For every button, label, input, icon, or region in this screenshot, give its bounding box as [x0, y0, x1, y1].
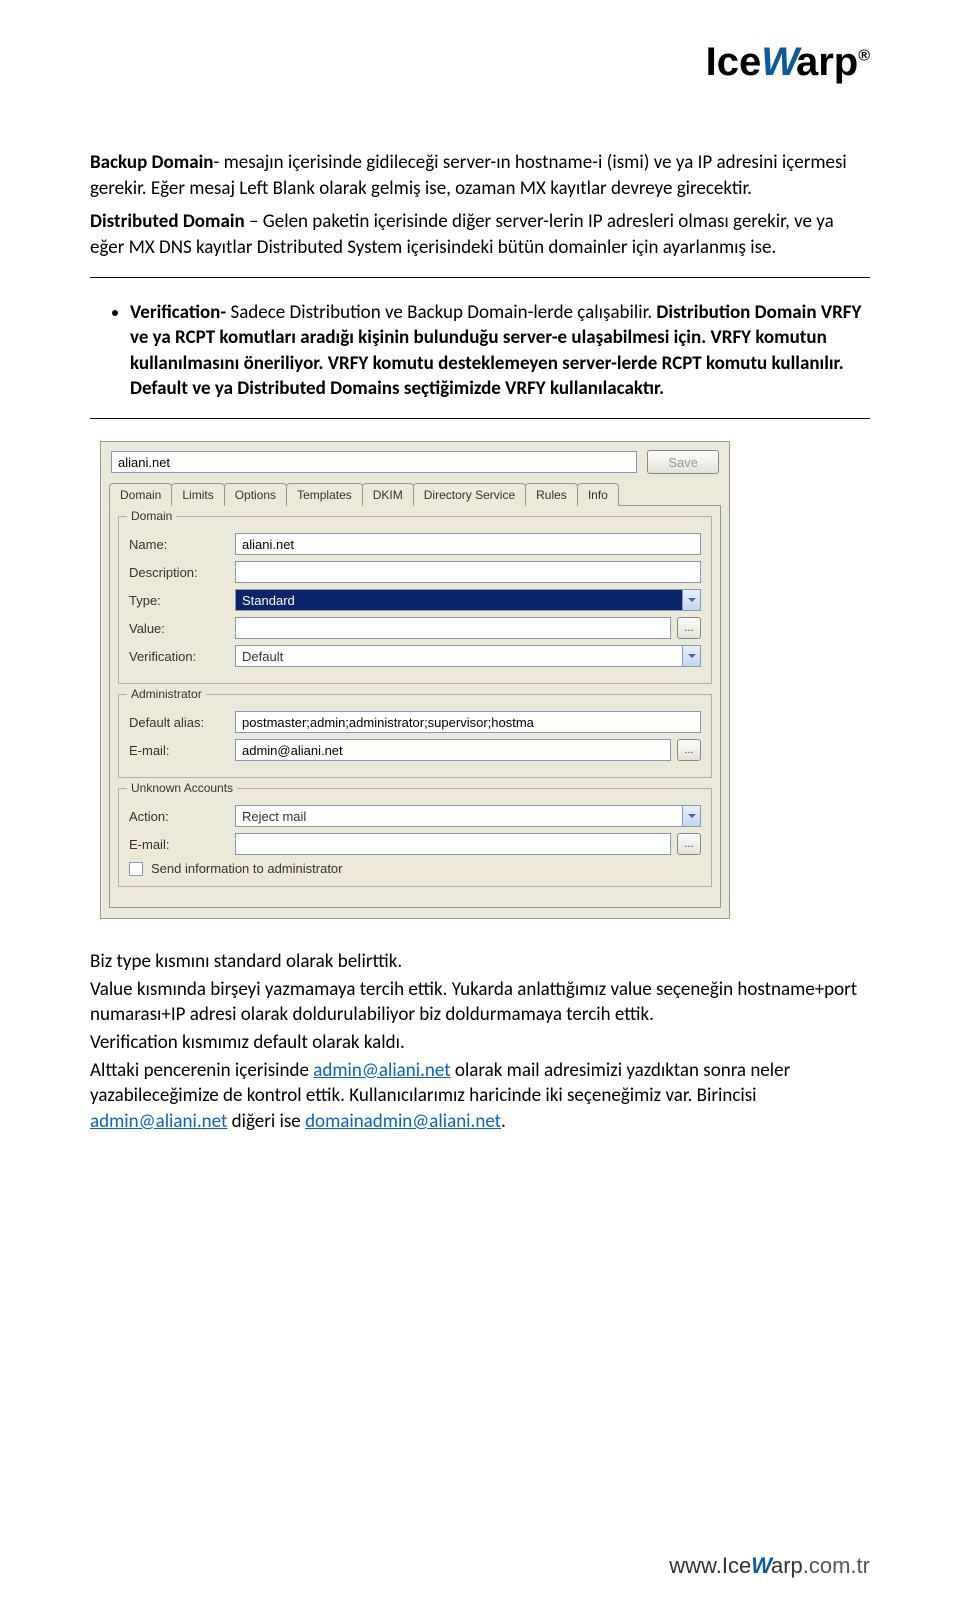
group-unknown-accounts: Unknown Accounts Action: Reject mail E-m… — [118, 788, 712, 887]
bottom-line-2: Value kısmında birşeyi yazmamaya tercih … — [90, 977, 870, 1028]
input-admin-email[interactable] — [235, 739, 671, 761]
panel-top-row: Save — [101, 442, 729, 482]
save-button[interactable]: Save — [647, 450, 719, 474]
select-verification[interactable]: Default — [235, 645, 701, 667]
separator-1 — [90, 277, 870, 278]
tab-dkim[interactable]: DKIM — [362, 483, 414, 506]
label-type: Type: — [129, 593, 229, 608]
bullet-list: Verification- Sadece Distribution ve Bac… — [90, 300, 870, 403]
footer-ice: Ice — [722, 1553, 751, 1578]
tab-info[interactable]: Info — [577, 483, 619, 506]
bl4-c: diğeri ise — [227, 1110, 305, 1133]
label-value: Value: — [129, 621, 229, 636]
link-admin-2[interactable]: admin@aliani.net — [90, 1110, 227, 1133]
bl4-a: Alttaki pencerenin içerisinde — [90, 1059, 313, 1082]
tab-domain[interactable]: Domain — [109, 483, 172, 506]
select-action[interactable]: Reject mail — [235, 805, 701, 827]
select-action-value: Reject mail — [236, 809, 682, 824]
document-content: Backup Domain- mesajın içerisinde gidile… — [90, 150, 870, 1135]
term-verification: Verification- — [130, 301, 226, 324]
chevron-down-icon[interactable] — [682, 646, 700, 666]
bullet-verification: Verification- Sadece Distribution ve Bac… — [130, 300, 870, 403]
tab-templates[interactable]: Templates — [286, 483, 363, 506]
input-description[interactable] — [235, 561, 701, 583]
logo-w: W — [761, 40, 796, 84]
bullet-sentence1: Sadece Distribution ve Backup Domain-ler… — [226, 301, 652, 324]
term-backup-domain: Backup Domain — [90, 151, 213, 174]
domain-quick-input[interactable] — [111, 451, 637, 473]
logo-text-ice: Ice — [706, 40, 762, 84]
bottom-line-1: Biz type kısmını standard olarak belirtt… — [90, 949, 870, 975]
tab-limits[interactable]: Limits — [171, 483, 224, 506]
label-description: Description: — [129, 565, 229, 580]
chevron-down-icon[interactable] — [682, 590, 700, 610]
app-panel: Save Domain Limits Options Templates DKI… — [100, 441, 730, 919]
footer-w: W — [751, 1553, 771, 1578]
checkbox-send-info[interactable] — [129, 862, 143, 876]
footer-domain: .com.tr — [803, 1553, 870, 1578]
separator-2 — [90, 418, 870, 419]
label-unknown-email: E-mail: — [129, 837, 229, 852]
brand-logo: IceWarp® — [706, 40, 870, 85]
paragraph-distributed-domain: Distributed Domain – Gelen paketin içeri… — [90, 209, 870, 260]
browse-value-button[interactable]: ... — [677, 617, 701, 639]
link-domainadmin[interactable]: domainadmin@aliani.net — [305, 1110, 501, 1133]
input-name[interactable] — [235, 533, 701, 555]
label-name: Name: — [129, 537, 229, 552]
link-admin-1[interactable]: admin@aliani.net — [313, 1059, 450, 1082]
tab-options[interactable]: Options — [224, 483, 287, 506]
logo-reg: ® — [858, 48, 870, 65]
footer-www: www. — [669, 1553, 722, 1578]
label-verification: Verification: — [129, 649, 229, 664]
chevron-down-icon[interactable] — [682, 806, 700, 826]
tab-body: Domain Name: Description: Type: Standard — [109, 505, 721, 908]
tab-directory-service[interactable]: Directory Service — [413, 483, 526, 506]
label-default-alias: Default alias: — [129, 715, 229, 730]
group-unknown-title: Unknown Accounts — [127, 781, 237, 795]
group-domain: Domain Name: Description: Type: Standard — [118, 516, 712, 684]
label-admin-email: E-mail: — [129, 743, 229, 758]
paragraph-backup-domain: Backup Domain- mesajın içerisinde gidile… — [90, 150, 870, 201]
browse-admin-email-button[interactable]: ... — [677, 739, 701, 761]
tab-rules[interactable]: Rules — [525, 483, 578, 506]
input-unknown-email[interactable] — [235, 833, 671, 855]
logo-text-arp: arp — [796, 40, 858, 84]
bottom-line-4: Alttaki pencerenin içerisinde admin@alia… — [90, 1058, 870, 1135]
input-value[interactable] — [235, 617, 671, 639]
group-administrator: Administrator Default alias: E-mail: ... — [118, 694, 712, 778]
footer-arp: arp — [771, 1553, 803, 1578]
term-distributed-domain: Distributed Domain — [90, 210, 245, 233]
select-type[interactable]: Standard — [235, 589, 701, 611]
checkbox-send-info-label: Send information to administrator — [151, 861, 342, 876]
bottom-line-3: Verification kısmımız default olarak kal… — [90, 1030, 870, 1056]
footer-logo: www.IceWarp.com.tr — [669, 1553, 870, 1579]
input-default-alias[interactable] — [235, 711, 701, 733]
group-domain-title: Domain — [127, 509, 176, 523]
label-action: Action: — [129, 809, 229, 824]
select-type-value: Standard — [236, 593, 682, 608]
group-admin-title: Administrator — [127, 687, 206, 701]
select-verification-value: Default — [236, 649, 682, 664]
browse-unknown-email-button[interactable]: ... — [677, 833, 701, 855]
bl4-d: . — [501, 1110, 506, 1133]
tab-bar: Domain Limits Options Templates DKIM Dir… — [101, 483, 729, 506]
